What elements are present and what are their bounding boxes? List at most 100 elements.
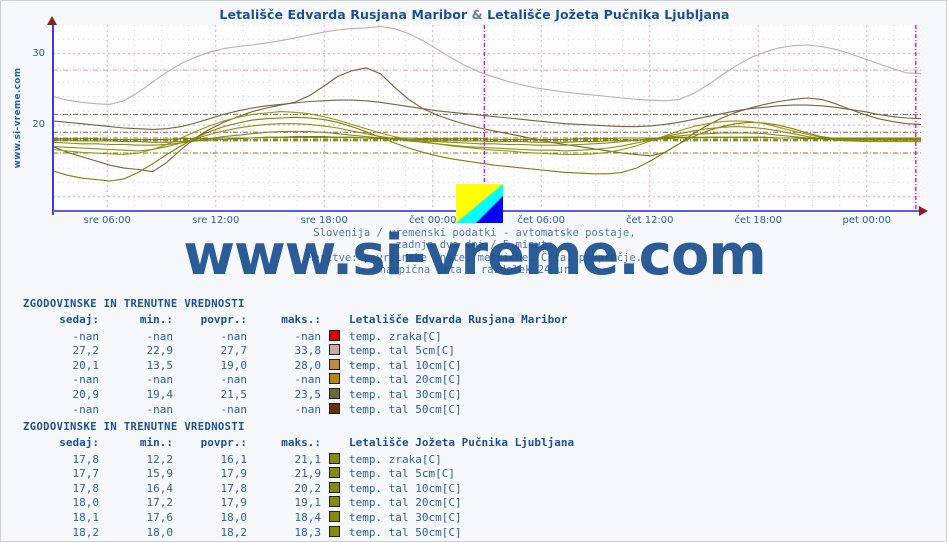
cell-now: 17,8	[72, 481, 100, 495]
color-swatch-icon	[328, 344, 340, 356]
table-row: 18,0 17,2 17,9 19,1 temp. tal 20cm[C]	[23, 496, 574, 511]
x-axis-arrow-icon	[919, 206, 928, 216]
series-color-swatch	[321, 373, 347, 388]
table-row: 18,2 18,0 18,2 18,3 temp. tal 50cm[C]	[23, 525, 574, 541]
cell-avg: 17,8	[220, 481, 248, 495]
table-row: 20,9 19,4 21,5 23,5 temp. tal 30cm[C]	[23, 387, 568, 403]
table-caption: ZGODOVINSKE IN TRENUTNE VREDNOSTI	[23, 421, 245, 433]
y-tick-label: 30	[32, 47, 45, 59]
page-title: Letališče Edvarda Rusjana Maribor & Leta…	[1, 7, 946, 22]
table-row: -nan -nan -nan -nan temp. tal 50cm[C]	[23, 402, 568, 418]
cell-now: 20,1	[72, 358, 100, 372]
table-caption: ZGODOVINSKE IN TRENUTNE VREDNOSTI	[23, 298, 245, 310]
series-label: temp. tal 20cm[C]	[349, 373, 462, 387]
title-ampersand: &	[471, 7, 483, 22]
cell-now: 18,1	[72, 510, 100, 524]
values-table: sedaj: min.: povpr.: maks.: Letališče Jo…	[23, 436, 574, 540]
x-tick-label: sre 18:00	[300, 215, 348, 226]
series-color-swatch	[321, 387, 347, 403]
series-color-swatch	[321, 525, 347, 541]
cell-max: 19,1	[294, 496, 322, 510]
cell-avg: -nan	[220, 329, 248, 343]
cell-avg: 16,1	[220, 452, 248, 466]
y-axis-arrow-icon	[47, 16, 57, 25]
series-color-swatch	[321, 496, 347, 511]
color-swatch-icon	[328, 373, 340, 385]
header-min: min.:	[139, 313, 173, 326]
series-label: temp. tal 20cm[C]	[349, 496, 462, 510]
series-color-swatch	[321, 344, 347, 359]
x-tick-label: pet 00:00	[842, 215, 891, 226]
values-table: sedaj: min.: povpr.: maks.: Letališče Ed…	[23, 313, 568, 418]
series-label: temp. tal 10cm[C]	[349, 358, 462, 372]
si-vreme-logo-icon	[456, 184, 503, 223]
series-label: temp. tal 30cm[C]	[349, 387, 462, 401]
cell-now: 17,8	[72, 452, 100, 466]
header-avg: povpr.:	[200, 313, 247, 326]
header-now: sedaj:	[59, 313, 99, 326]
y-axis	[52, 23, 54, 215]
color-swatch-icon	[328, 358, 340, 370]
cell-avg: 18,0	[220, 510, 248, 524]
values-table-ljubljana: ZGODOVINSKE IN TRENUTNE VREDNOSTI sedaj:…	[23, 421, 574, 540]
x-tick-label: sre 12:00	[192, 215, 240, 226]
color-swatch-icon	[328, 452, 340, 464]
cell-max: 18,4	[294, 510, 322, 524]
table-row: 20,1 13,5 19,0 28,0 temp. tal 10cm[C]	[23, 358, 568, 374]
cell-avg: 18,2	[220, 525, 248, 539]
series-color-swatch	[321, 481, 347, 497]
table-row: 18,1 17,6 18,0 18,4 temp. tal 30cm[C]	[23, 510, 574, 526]
table-row: -nan -nan -nan -nan temp. zraka[C]	[23, 329, 568, 345]
table-row: 17,8 16,4 17,8 20,2 temp. tal 10cm[C]	[23, 481, 574, 497]
color-swatch-icon	[328, 496, 340, 508]
cell-min: -nan	[146, 402, 174, 416]
x-tick-label: čet 12:00	[625, 215, 674, 226]
series-color-swatch	[321, 510, 347, 526]
table-row: 17,7 15,9 17,9 21,9 temp. tal 5cm[C]	[23, 467, 574, 482]
color-swatch-icon	[328, 510, 340, 522]
table-row: -nan -nan -nan -nan temp. tal 20cm[C]	[23, 373, 568, 388]
cell-max: 28,0	[294, 358, 322, 372]
cell-now: 27,2	[72, 344, 100, 358]
cell-now: 17,7	[72, 467, 100, 481]
cell-min: 16,4	[146, 481, 174, 495]
cell-min: 22,9	[146, 344, 174, 358]
cell-max: 23,5	[294, 387, 322, 401]
cell-min: 15,9	[146, 467, 174, 481]
cell-max: 21,1	[294, 452, 322, 466]
values-table-maribor: ZGODOVINSKE IN TRENUTNE VREDNOSTI sedaj:…	[23, 298, 568, 417]
color-swatch-icon	[328, 525, 340, 537]
color-swatch-icon	[328, 402, 340, 414]
header-max: maks.:	[281, 313, 321, 326]
caption-line-2: zadnja dva dni / 5 minut.	[395, 239, 554, 252]
series-color-swatch	[321, 329, 347, 345]
cell-min: 17,2	[146, 496, 174, 510]
x-tick-label: čet 18:00	[734, 215, 783, 226]
x-tick-label: sre 06:00	[83, 215, 131, 226]
header-avg: povpr.:	[200, 436, 247, 449]
cell-now: 20,9	[72, 387, 100, 401]
table-header-row: sedaj: min.: povpr.: maks.: Letališče Jo…	[23, 436, 574, 453]
series-label: temp. tal 5cm[C]	[349, 344, 455, 358]
cell-min: 12,2	[146, 452, 174, 466]
title-station-b: Letališče Jožeta Pučnika Ljubljana	[487, 7, 730, 22]
caption-line-1: Slovenija / vremenski podatki - avtomats…	[313, 227, 636, 239]
chart-caption: Slovenija / vremenski podatki - avtomats…	[1, 227, 946, 277]
x-tick-label: čet 06:00	[517, 215, 566, 226]
header-swatch	[321, 436, 347, 453]
color-swatch-icon	[328, 467, 340, 479]
y-tick-label: 20	[32, 119, 45, 131]
cell-min: 19,4	[146, 387, 174, 401]
series-label: temp. zraka[C]	[349, 329, 442, 343]
cell-now: 18,2	[72, 525, 100, 539]
header-max: maks.:	[281, 436, 321, 449]
header-station: Letališče Jožeta Pučnika Ljubljana	[349, 436, 575, 449]
cell-max: -nan	[294, 329, 322, 343]
series-label: temp. tal 5cm[C]	[349, 467, 455, 481]
caption-line-3: Meritve: površinske enote: metrične. Črt…	[306, 251, 643, 264]
series-label: temp. tal 30cm[C]	[349, 510, 462, 524]
cell-avg: 17,9	[220, 467, 248, 481]
cell-max: -nan	[294, 402, 322, 416]
caption-line-4: navpična črta - razdelek 24 ur	[379, 264, 570, 277]
series-color-swatch	[321, 452, 347, 468]
